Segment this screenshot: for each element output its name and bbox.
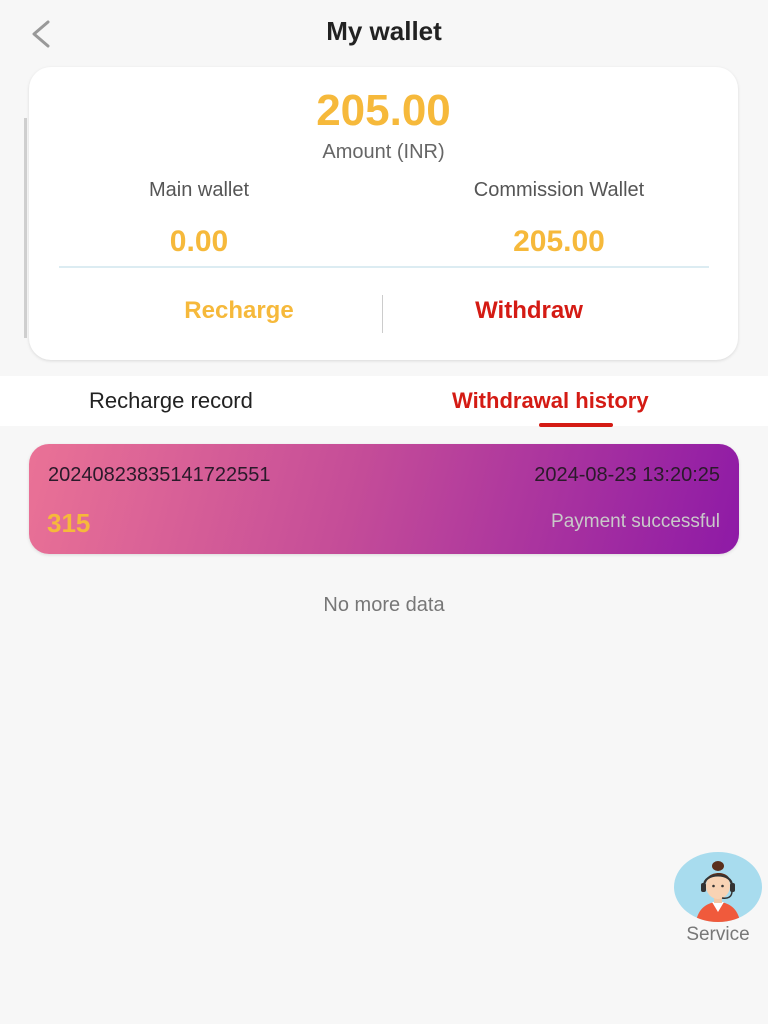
card-edge-shadow bbox=[24, 118, 27, 338]
main-wallet-value: 0.00 bbox=[169, 225, 229, 258]
record-status: Payment successful bbox=[551, 511, 720, 532]
active-tab-indicator bbox=[539, 423, 613, 427]
tab-recharge-record[interactable]: Recharge record bbox=[89, 388, 253, 414]
customer-service-agent-icon[interactable] bbox=[674, 852, 762, 922]
record-timestamp: 2024-08-23 13:20:25 bbox=[534, 464, 720, 486]
total-amount-label: Amount (INR) bbox=[322, 141, 445, 163]
commission-wallet-label: Commission Wallet bbox=[473, 179, 645, 201]
tab-withdrawal-history[interactable]: Withdrawal history bbox=[452, 388, 649, 414]
record-tabs: Recharge record Withdrawal history bbox=[0, 376, 768, 427]
no-more-data-text: No more data bbox=[323, 594, 445, 616]
balance-card: 205.00 Amount (INR) Main wallet 0.00 Com… bbox=[29, 67, 738, 360]
divider bbox=[59, 266, 709, 268]
main-wallet-label: Main wallet bbox=[148, 179, 250, 201]
withdraw-button[interactable]: Withdraw bbox=[379, 297, 679, 325]
recharge-button[interactable]: Recharge bbox=[89, 297, 389, 325]
withdrawal-record-card[interactable]: 20240823835141722551 2024-08-23 13:20:25… bbox=[29, 444, 739, 554]
commission-wallet-value: 205.00 bbox=[513, 225, 605, 258]
page-title: My wallet bbox=[326, 16, 442, 46]
header: My wallet bbox=[0, 0, 768, 68]
service-label[interactable]: Service bbox=[672, 924, 764, 946]
record-amount: 315 bbox=[47, 508, 91, 538]
record-order-id: 20240823835141722551 bbox=[48, 464, 271, 486]
wallet-page: My wallet 205.00 Amount (INR) Main walle… bbox=[0, 0, 768, 1024]
service-button[interactable]: Service bbox=[672, 852, 764, 952]
commission-wallet: Commission Wallet 205.00 bbox=[409, 179, 709, 259]
total-amount: 205.00 bbox=[316, 86, 451, 135]
main-wallet: Main wallet 0.00 bbox=[49, 179, 349, 259]
